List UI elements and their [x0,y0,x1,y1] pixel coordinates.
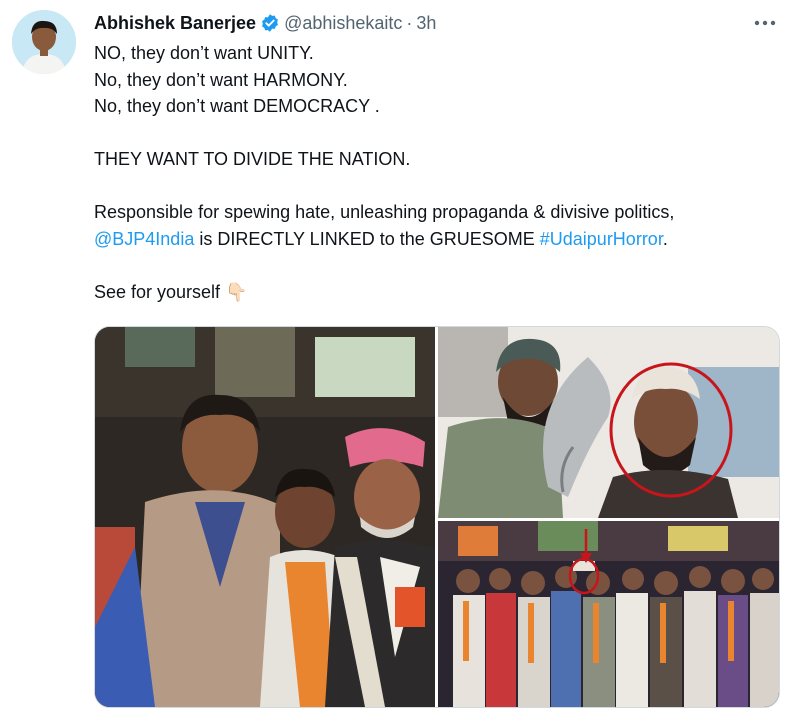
avatar[interactable] [12,10,76,74]
more-options-icon[interactable] [750,10,780,36]
hashtag-link[interactable]: #UdaipurHorror [540,229,663,249]
tweet-line: THEY WANT TO DIVIDE THE NATION. [94,149,411,169]
tweet-line: See for yourself 👇🏻 [94,279,784,306]
tweet-line: Responsible for spewing hate, unleashing… [94,202,675,222]
tweet-line: No, they don’t want DEMOCRACY . [94,96,380,116]
tweet-line: No, they don’t want HARMONY. [94,69,348,90]
tweet-header: Abhishek Banerjee @abhishekaitc · 3h [94,12,436,34]
photo-rally-bottom-right[interactable] [438,521,779,707]
tweet-text-segment: is DIRECTLY LINKED to the GRUESOME [194,228,540,249]
author-name[interactable]: Abhishek Banerjee [94,13,256,34]
separator-dot: · [406,12,413,33]
tweet-line: @BJP4India is DIRECTLY LINKED to the GRU… [94,226,784,253]
author-handle[interactable]: @abhishekaitc [284,13,402,34]
see-for-yourself-text: See for yourself [94,281,221,302]
tweet-text-segment: . [662,228,668,249]
mention-link[interactable]: @BJP4India [94,229,194,249]
verified-badge-icon [260,13,280,33]
photo-group-left[interactable] [95,327,435,707]
tweet-media [94,326,780,708]
tweet-line: NO, they don’t want UNITY. [94,43,314,63]
tweet-text: NO, they don’t want UNITY. No, they don’… [94,40,784,305]
tweet-timestamp[interactable]: 3h [416,13,436,34]
photo-selfie-top-right[interactable] [438,327,779,518]
pointing-down-emoji: 👇🏻 [225,281,248,302]
